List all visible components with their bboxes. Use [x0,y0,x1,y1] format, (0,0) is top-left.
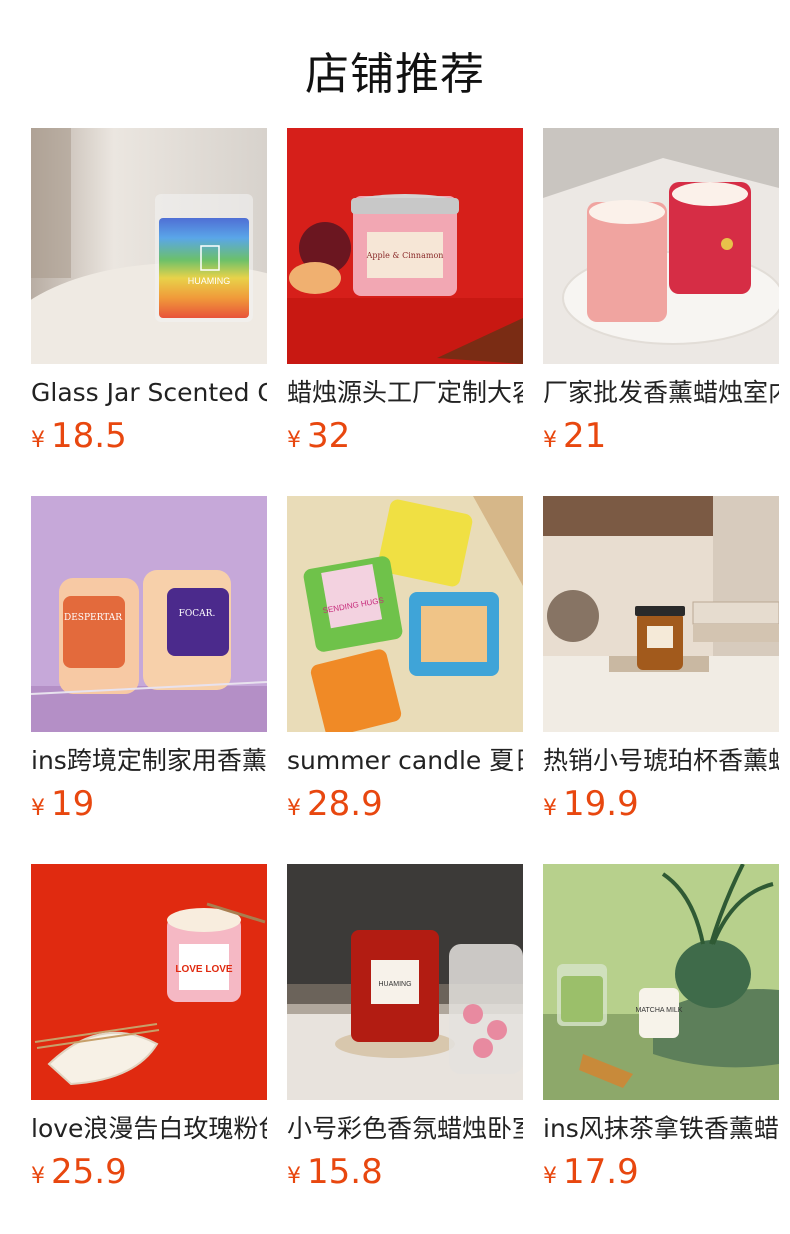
currency-symbol: ¥ [287,796,301,821]
product-price: ¥19 [31,784,267,830]
currency-symbol: ¥ [543,1164,557,1189]
product-name[interactable]: ins跨境定制家用香薰蜡烛 [31,746,267,776]
product-price: ¥17.9 [543,1152,779,1198]
product-grid: HUAMING Glass Jar Scented Candle ¥18.5 [31,128,779,1232]
currency-symbol: ¥ [31,428,45,453]
price-value: 19.9 [563,784,639,824]
product-price: ¥32 [287,416,523,462]
price-value: 17.9 [563,1152,639,1192]
currency-symbol: ¥ [31,796,45,821]
store-recommendation-page: 店铺推荐 HUAMING Glass Jar Scented C ¥ 18.5 … [0,0,790,1234]
product-price: ¥18.5 [31,416,267,462]
price-value: 21 [563,416,607,456]
product-price: ¥21 [543,416,779,462]
page-title: 店铺推荐 [305,49,485,100]
rainbow-candle-image[interactable]: HUAMING [31,128,267,364]
currency-symbol: ¥ [543,796,557,821]
product-price: ¥25.9 [31,1152,267,1198]
matcha-candle-image[interactable]: MATCHA MILK [543,864,779,1100]
price-value: 32 [307,416,351,456]
apple-cinnamon-candle-image[interactable]: Apple & Cinnamon [287,128,523,364]
product-card[interactable]: LOVE LOVE love浪漫告白玫瑰粉色 ¥25.9 [31,864,267,1232]
product-card[interactable]: SENDING HUGS summer candle 夏日 ¥28.9 [287,496,523,864]
amber-candle-image[interactable] [543,496,779,732]
candle-brand-label: HUAMING [378,981,411,988]
pink-red-candles-image[interactable] [543,128,779,364]
twin-jar-candles-image[interactable]: DESPERTAR FOCAR. [31,496,267,732]
summer-candles-image[interactable]: SENDING HUGS [287,496,523,732]
product-card[interactable]: Apple & Cinnamon 蜡烛源头工厂定制大容量 ¥32 [287,128,523,496]
currency-symbol: ¥ [287,1164,301,1189]
product-price: ¥19.9 [543,784,779,830]
price-value: 15.8 [307,1152,383,1192]
price-value: 19 [51,784,95,824]
price-value: 28.9 [307,784,383,824]
product-card[interactable]: 厂家批发香薰蜡烛室内 ¥21 [543,128,779,496]
love-candle-image[interactable]: LOVE LOVE [31,864,267,1100]
product-name[interactable]: summer candle 夏日 [287,746,523,776]
product-name[interactable]: Glass Jar Scented Candle [31,378,267,408]
candle-label-left: DESPERTAR [64,613,122,623]
product-price: ¥15.8 [287,1152,523,1198]
price-value: 18.5 [51,416,127,456]
product-name[interactable]: 热销小号琥珀杯香薰蜡烛 [543,746,779,776]
currency-symbol: ¥ [287,428,301,453]
red-glass-candle-image[interactable]: HUAMING [287,864,523,1100]
candle-scent-label: Apple & Cinnamon [366,251,444,260]
product-name[interactable]: ins风抹茶拿铁香薰蜡烛 [543,1114,779,1144]
product-name[interactable]: 蜡烛源头工厂定制大容量 [287,378,523,408]
currency-symbol: ¥ [31,1164,45,1189]
candle-label-right: FOCAR. [179,609,216,619]
product-card[interactable]: MATCHA MILK ins风抹茶拿铁香薰蜡烛 ¥17.9 [543,864,779,1232]
product-card[interactable]: HUAMING Glass Jar Scented Candle ¥18.5 [31,128,267,496]
candle-matcha-label: MATCHA MILK [636,1007,683,1014]
product-name[interactable]: love浪漫告白玫瑰粉色 [31,1114,267,1144]
candle-love-label: LOVE LOVE [175,964,233,975]
currency-symbol: ¥ [543,428,557,453]
product-card[interactable]: DESPERTAR FOCAR. ins跨境定制家用香薰蜡烛 ¥19 [31,496,267,864]
product-price: ¥28.9 [287,784,523,830]
product-card[interactable]: HUAMING 小号彩色香氛蜡烛卧室 ¥15.8 [287,864,523,1232]
product-card[interactable]: 热销小号琥珀杯香薰蜡烛 ¥19.9 [543,496,779,864]
candle-brand-label: HUAMING [188,276,231,286]
product-name[interactable]: 厂家批发香薰蜡烛室内 [543,378,779,408]
product-name[interactable]: 小号彩色香氛蜡烛卧室 [287,1114,523,1144]
price-value: 25.9 [51,1152,127,1192]
